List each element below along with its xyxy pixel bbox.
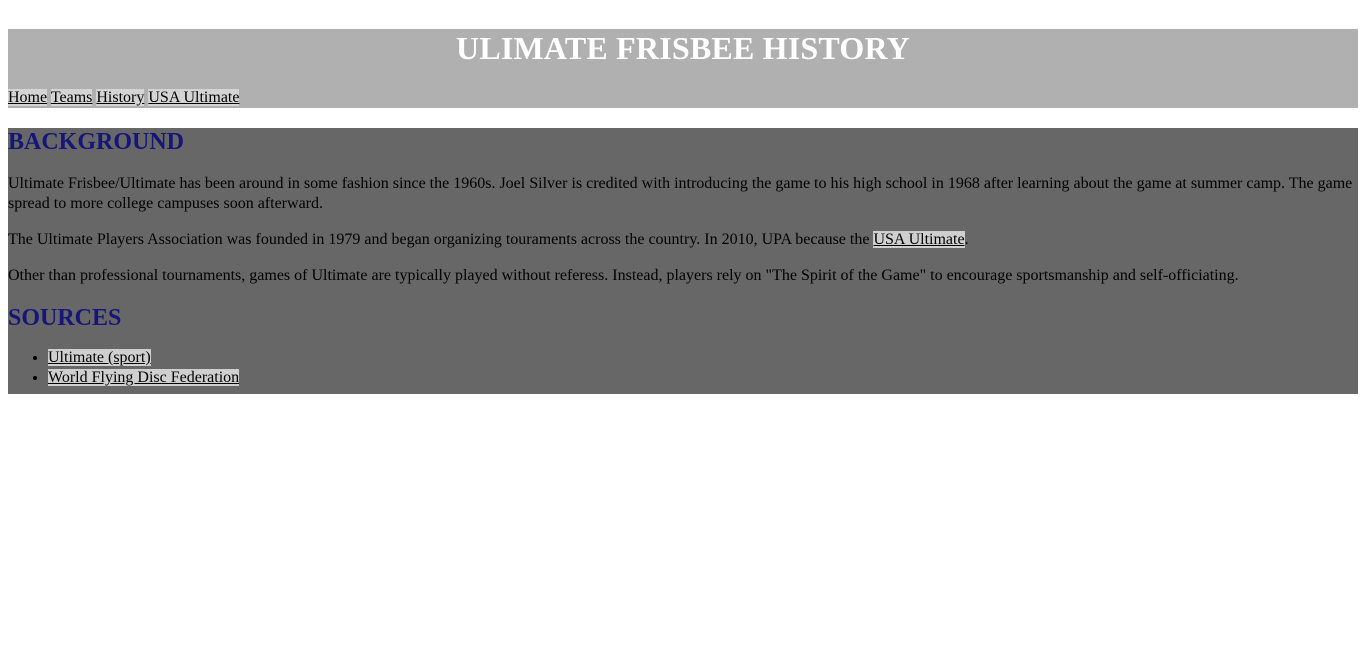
background-paragraph-2-end: .: [964, 231, 969, 248]
background-heading: BACKGROUND: [8, 129, 185, 155]
header-banner: ULIMATE FRISBEE HISTORY Home Teams Histo…: [8, 29, 1358, 108]
sources-list: Ultimate (sport) World Flying Disc Feder…: [8, 332, 1358, 388]
background-paragraph-3: Other than professional tournaments, gam…: [8, 267, 1239, 284]
top-nav: Home Teams History USA Ultimate: [8, 89, 240, 107]
background-paragraph-2-text: The Ultimate Players Association was fou…: [8, 231, 874, 248]
source-list-item: World Flying Disc Federation: [48, 368, 1358, 388]
site-title: ULIMATE FRISBEE HISTORY: [456, 30, 910, 66]
nav-link-history[interactable]: History: [96, 89, 145, 106]
sources-heading: SOURCES: [8, 305, 122, 331]
nav-link-home[interactable]: Home: [8, 89, 48, 106]
background-paragraph-1: Ultimate Frisbee/Ultimate has been aroun…: [8, 175, 1353, 212]
background-paragraph-2: The Ultimate Players Association was fou…: [8, 214, 1358, 250]
nav-link-usa-ultimate[interactable]: USA Ultimate: [148, 89, 240, 106]
page: ULIMATE FRISBEE HISTORY Home Teams Histo…: [0, 0, 1366, 394]
nav-link-teams[interactable]: Teams: [50, 89, 93, 106]
source-list-item: Ultimate (sport): [48, 348, 1358, 368]
usa-ultimate-link[interactable]: USA Ultimate: [873, 231, 965, 248]
source-link-wfdf[interactable]: World Flying Disc Federation: [48, 369, 240, 386]
main-content: BACKGROUND Ultimate Frisbee/Ultimate has…: [8, 128, 1358, 394]
source-link-ultimate-sport[interactable]: Ultimate (sport): [48, 349, 151, 366]
